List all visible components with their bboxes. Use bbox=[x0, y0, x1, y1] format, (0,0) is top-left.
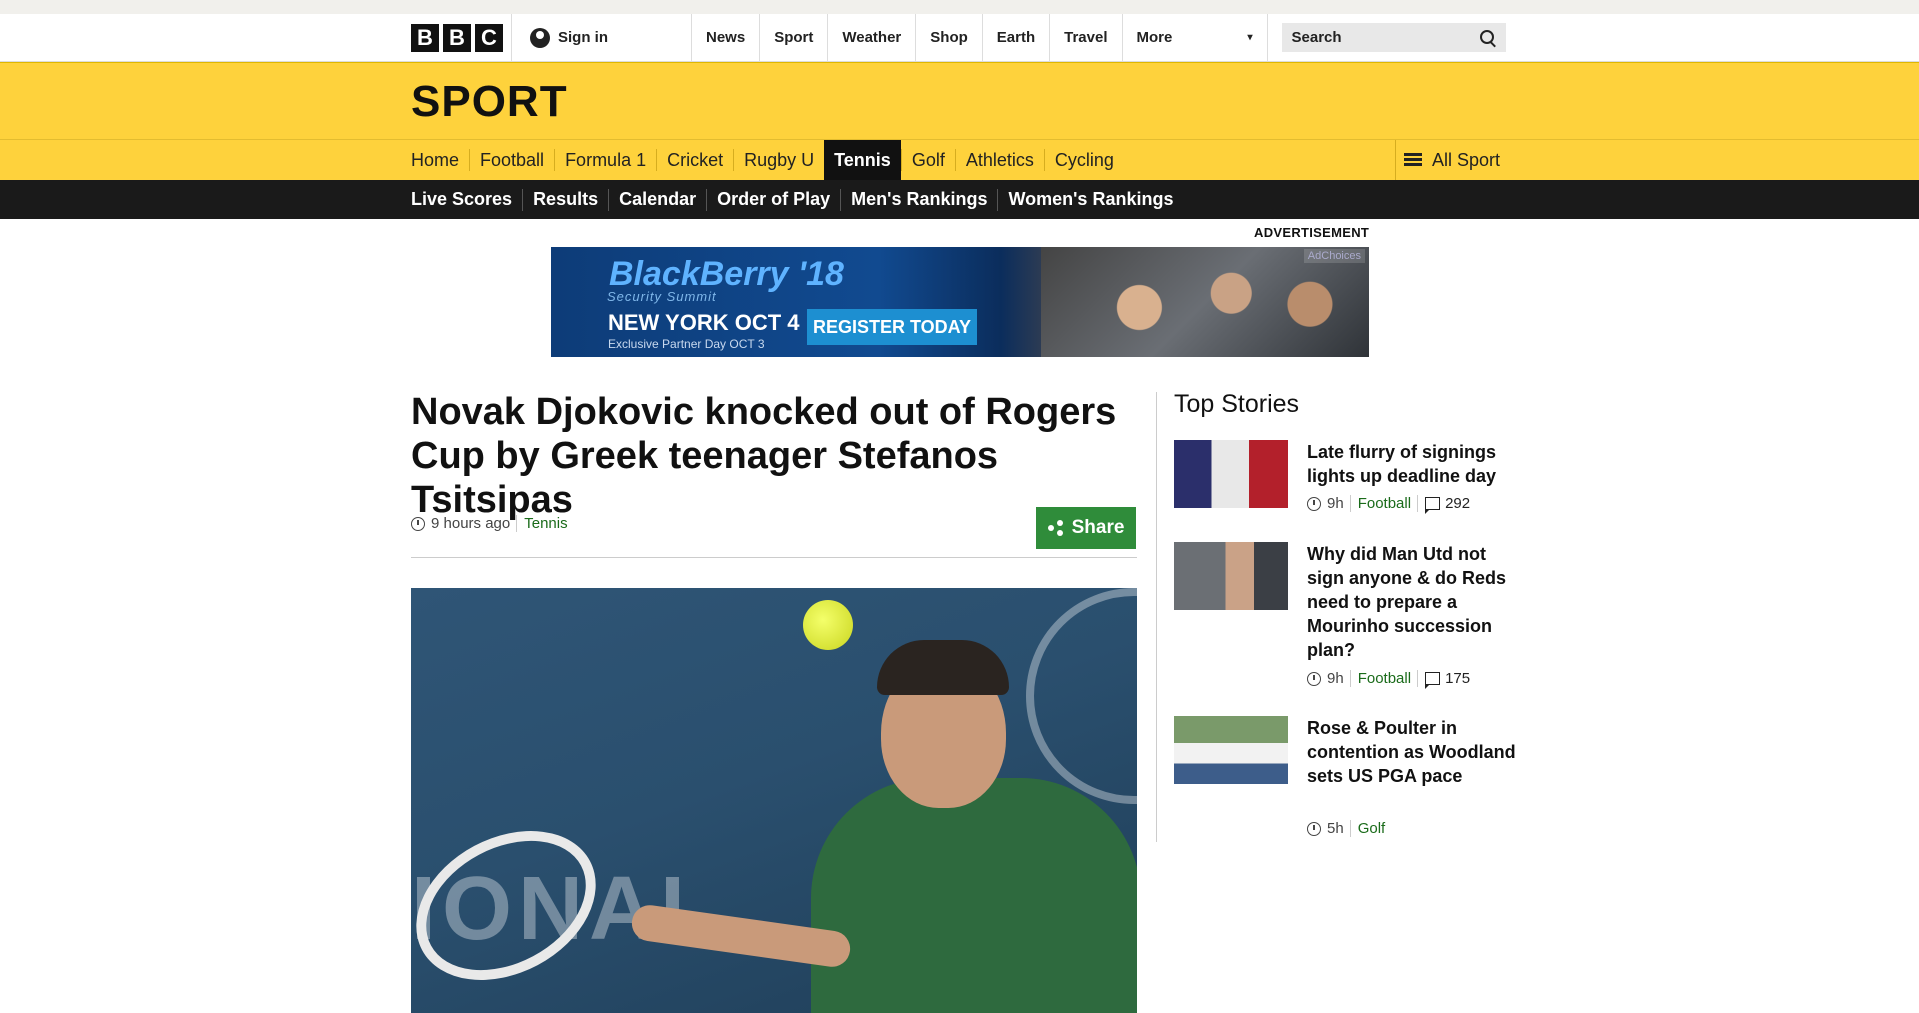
browser-top-strip bbox=[0, 0, 1919, 14]
nav-earth[interactable]: Earth bbox=[983, 14, 1051, 61]
article-meta: 9 hours ago Tennis bbox=[411, 515, 568, 532]
nav-travel[interactable]: Travel bbox=[1050, 14, 1123, 61]
sport-nav-formula1[interactable]: Formula 1 bbox=[554, 149, 656, 171]
subnav-womens-rankings[interactable]: Women's Rankings bbox=[997, 188, 1183, 211]
sport-nav-tennis[interactable]: Tennis bbox=[824, 140, 901, 180]
user-icon bbox=[530, 27, 550, 48]
tennis-ball bbox=[803, 600, 853, 650]
article-tag-link[interactable]: Tennis bbox=[516, 515, 568, 532]
advert-city-date: NEW YORK OCT 4 bbox=[608, 310, 800, 335]
share-button[interactable]: Share bbox=[1036, 507, 1136, 549]
advert-partner-day: Exclusive Partner Day OCT 3 bbox=[608, 337, 765, 351]
story-thumbnail[interactable] bbox=[1174, 716, 1288, 784]
bbc-logo-letter: B bbox=[411, 23, 439, 52]
subnav-order-of-play[interactable]: Order of Play bbox=[706, 188, 840, 211]
article-divider bbox=[411, 557, 1137, 558]
bbc-logo-letter: B bbox=[443, 23, 471, 52]
sport-nav-football[interactable]: Football bbox=[469, 149, 554, 171]
story-time: 9h bbox=[1327, 670, 1344, 687]
sport-nav: Home Football Formula 1 Cricket Rugby U … bbox=[0, 139, 1919, 180]
story-tag-link[interactable]: Golf bbox=[1349, 820, 1385, 837]
advert-photo bbox=[1041, 247, 1369, 357]
story-comments[interactable]: 175 bbox=[1417, 670, 1471, 689]
sport-nav-rugby-union[interactable]: Rugby U bbox=[733, 149, 824, 171]
story-comment-count: 175 bbox=[1445, 670, 1471, 687]
tennis-racket bbox=[411, 801, 622, 1010]
sport-nav-home[interactable]: Home bbox=[411, 149, 469, 171]
sport-nav-golf[interactable]: Golf bbox=[900, 149, 955, 171]
player-hair bbox=[877, 640, 1009, 695]
subnav-calendar[interactable]: Calendar bbox=[608, 188, 706, 211]
article-time: 9 hours ago bbox=[431, 515, 511, 532]
comment-icon bbox=[1425, 497, 1441, 514]
story-time: 5h bbox=[1327, 820, 1344, 837]
nav-weather[interactable]: Weather bbox=[828, 14, 917, 61]
player-shirt bbox=[811, 778, 1137, 1013]
comment-icon bbox=[1425, 672, 1441, 689]
top-stories-title: Top Stories bbox=[1174, 390, 1300, 418]
story-comment-count: 292 bbox=[1445, 495, 1471, 512]
top-story-item[interactable]: Late flurry of signings lights up deadli… bbox=[1174, 440, 1514, 520]
story-meta: 9h Football 292 bbox=[1307, 495, 1471, 514]
clock-icon bbox=[411, 516, 425, 531]
sport-nav-athletics[interactable]: Athletics bbox=[954, 149, 1044, 171]
section-title[interactable]: SPORT bbox=[411, 77, 568, 127]
tennis-sub-nav: Live Scores Results Calendar Order of Pl… bbox=[0, 180, 1919, 219]
search-icon[interactable] bbox=[1479, 29, 1496, 46]
clock-icon bbox=[1307, 671, 1321, 686]
story-time: 9h bbox=[1327, 495, 1344, 512]
subnav-results[interactable]: Results bbox=[522, 188, 608, 211]
bbc-logo-letter: C bbox=[475, 23, 503, 52]
bbc-logo[interactable]: B B C bbox=[411, 23, 503, 52]
clock-icon bbox=[1307, 821, 1321, 836]
nav-news[interactable]: News bbox=[692, 14, 761, 61]
hamburger-menu-icon bbox=[1404, 153, 1422, 167]
story-title[interactable]: Rose & Poulter in contention as Woodland… bbox=[1307, 716, 1517, 788]
story-tag-link[interactable]: Football bbox=[1349, 670, 1411, 687]
sport-nav-cycling[interactable]: Cycling bbox=[1043, 149, 1124, 171]
share-label: Share bbox=[1071, 517, 1125, 538]
article-headline: Novak Djokovic knocked out of Rogers Cup… bbox=[411, 391, 1117, 521]
story-thumbnail[interactable] bbox=[1174, 440, 1288, 508]
story-comments[interactable]: 292 bbox=[1417, 495, 1471, 514]
story-thumbnail[interactable] bbox=[1174, 542, 1288, 610]
nav-more-dropdown[interactable]: More ▾ bbox=[1123, 14, 1268, 61]
story-meta: 9h Football 175 bbox=[1307, 670, 1471, 689]
top-story-item[interactable]: Rose & Poulter in contention as Woodland… bbox=[1174, 716, 1517, 846]
hero-background-arc bbox=[1026, 588, 1137, 804]
search-input[interactable]: Search bbox=[1281, 23, 1506, 52]
story-tag-link[interactable]: Football bbox=[1349, 495, 1411, 512]
clock-icon bbox=[1307, 496, 1321, 511]
adchoices-badge[interactable]: AdChoices bbox=[1303, 249, 1365, 263]
caret-down-icon: ▾ bbox=[1247, 32, 1253, 43]
advert-tagline: Security Summit bbox=[607, 289, 717, 304]
bbc-global-nav: B B C Sign in News Sport Weather Shop Ea… bbox=[0, 14, 1919, 62]
advertisement-label: ADVERTISEMENT bbox=[1254, 225, 1370, 240]
all-sport-label: All Sport bbox=[1432, 149, 1501, 170]
nav-sport[interactable]: Sport bbox=[760, 14, 829, 61]
story-title[interactable]: Why did Man Utd not sign anyone & do Red… bbox=[1307, 542, 1517, 662]
nav-more-label: More bbox=[1136, 29, 1173, 46]
all-sport-button[interactable]: All Sport bbox=[1395, 140, 1518, 180]
advert-banner[interactable]: BlackBerry '18 Security Summit NEW YORK … bbox=[551, 247, 1369, 357]
article-hero-image: IONAL bbox=[411, 588, 1137, 1013]
global-nav-list: News Sport Weather Shop Earth Travel Mor… bbox=[691, 14, 1268, 61]
subnav-mens-rankings[interactable]: Men's Rankings bbox=[840, 188, 997, 211]
top-story-item[interactable]: Why did Man Utd not sign anyone & do Red… bbox=[1174, 542, 1514, 692]
story-title[interactable]: Late flurry of signings lights up deadli… bbox=[1307, 440, 1517, 488]
sign-in-label: Sign in bbox=[558, 29, 608, 46]
nav-shop[interactable]: Shop bbox=[916, 14, 983, 61]
search-placeholder: Search bbox=[1291, 29, 1342, 46]
sport-masthead: SPORT bbox=[0, 62, 1919, 139]
sign-in-link[interactable]: Sign in bbox=[511, 14, 661, 61]
sidebar-divider bbox=[1156, 392, 1157, 842]
subnav-live-scores[interactable]: Live Scores bbox=[411, 189, 522, 211]
share-icon bbox=[1047, 520, 1064, 536]
story-meta: 5h Golf bbox=[1307, 820, 1385, 837]
sport-nav-cricket[interactable]: Cricket bbox=[656, 149, 733, 171]
advert-register-button[interactable]: REGISTER TODAY bbox=[807, 309, 977, 345]
